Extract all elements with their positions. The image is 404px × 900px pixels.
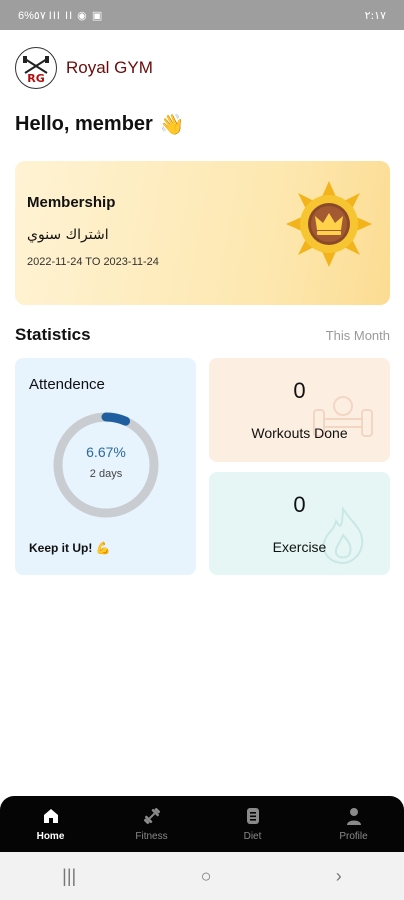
exercise-value: 0 <box>293 492 306 517</box>
exercise-card[interactable]: 0 Exercise <box>209 472 390 575</box>
attendance-percent: 6.67% <box>86 444 126 460</box>
attendance-progress-ring <box>53 412 159 518</box>
status-bar: 6%٥٧ III II ◉ ▣ ٢:١٧ <box>0 0 404 30</box>
diet-icon <box>246 808 259 824</box>
statistics-period[interactable]: This Month <box>326 328 390 343</box>
status-icons: 6%٥٧ III II ◉ ▣ <box>18 9 104 22</box>
nav-profile[interactable]: Profile <box>314 806 394 842</box>
attendance-title: Attendence <box>29 376 105 393</box>
attendance-card[interactable]: Attendence 6.67% 2 days Keep it Up! 💪 <box>15 358 196 575</box>
nav-diet[interactable]: Diet <box>213 806 293 842</box>
rg-logo-icon: RG <box>15 47 57 89</box>
exercise-label: Exercise <box>272 539 327 555</box>
attendance-days: 2 days <box>89 468 123 480</box>
workouts-card[interactable]: 0 Workouts Done <box>209 358 390 462</box>
nav-diet-label: Diet <box>243 831 262 842</box>
app-header: RG Royal GYM <box>15 47 153 89</box>
recents-button[interactable]: ||| <box>62 866 76 887</box>
nav-home-label: Home <box>36 831 65 842</box>
svg-text:RG: RG <box>27 72 45 85</box>
nav-profile-label: Profile <box>339 831 368 842</box>
home-icon <box>43 809 58 823</box>
crown-badge-icon <box>286 181 372 267</box>
greeting: Hello, member 👋 <box>15 112 185 137</box>
membership-dates: 2022-11-24 TO 2023-11-24 <box>27 256 159 268</box>
status-time: ٢:١٧ <box>364 8 386 22</box>
waving-hand-icon: 👋 <box>159 114 185 136</box>
membership-plan: اشتراك سنوي <box>27 227 109 243</box>
attendance-footer: Keep it Up! 💪 <box>29 541 111 555</box>
back-button[interactable]: › <box>336 866 342 887</box>
dumbbell-icon <box>143 807 160 825</box>
membership-card[interactable]: Membership اشتراك سنوي 2022-11-24 TO 202… <box>15 161 390 305</box>
greeting-text: Hello, member <box>15 113 153 135</box>
nav-fitness-label: Fitness <box>135 831 168 842</box>
ring-track <box>53 412 159 518</box>
workouts-value: 0 <box>293 378 306 403</box>
statistics-header: Statistics This Month <box>15 325 390 345</box>
person-icon <box>346 808 361 825</box>
app-title: Royal GYM <box>66 58 153 77</box>
nav-home[interactable]: Home <box>11 806 91 842</box>
nav-fitness[interactable]: Fitness <box>112 806 192 842</box>
membership-title: Membership <box>27 194 116 211</box>
bottom-navigation: Home Fitness Diet Profile <box>0 796 404 852</box>
system-navigation-bar: ||| ○ › <box>0 852 404 900</box>
home-button[interactable]: ○ <box>201 866 212 887</box>
workouts-label: Workouts Done <box>251 425 348 441</box>
statistics-title: Statistics <box>15 325 91 344</box>
